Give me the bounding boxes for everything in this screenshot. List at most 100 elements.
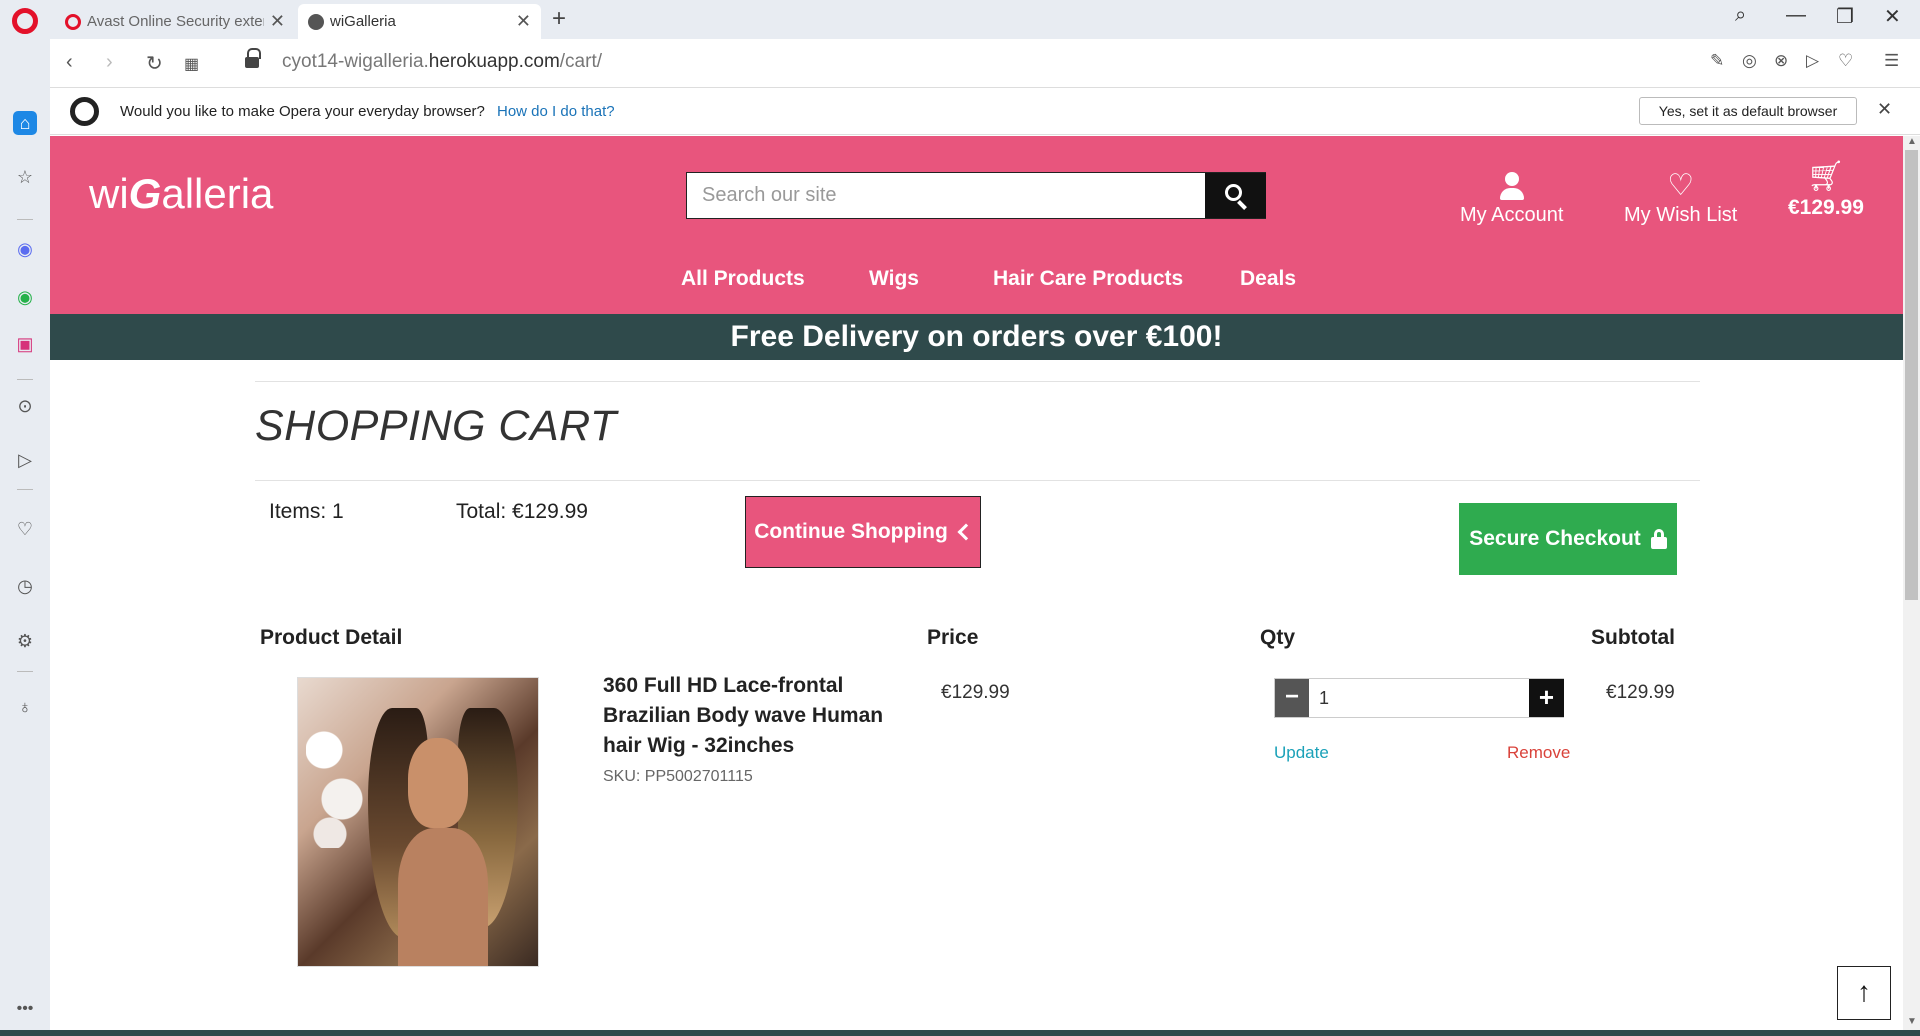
page-scrollbar[interactable]: ▲ ▼ [1903,136,1920,1030]
column-subtotal: Subtotal [1591,626,1675,649]
pinboard-heart-icon[interactable]: ♡ [13,517,37,541]
search-button[interactable] [1205,173,1266,218]
url-field[interactable]: cyot14-wigalleria.herokuapp.com/cart/ [282,51,602,73]
increase-qty-button[interactable]: + [1529,679,1564,717]
flow-send-icon[interactable]: ▷ [13,448,37,472]
settings-gear-icon[interactable]: ⚙ [13,629,37,653]
web-page: wiGalleria My Account ♡ My Wish List 🛒︎ … [50,136,1903,1030]
player-icon[interactable]: ⊙ [13,394,37,418]
url-host: cyot14-wigalleria. [282,51,429,72]
default-browser-infobar: Would you like to make Opera your everyd… [50,88,1920,135]
set-default-button[interactable]: Yes, set it as default browser [1639,97,1857,125]
forward-icon[interactable]: › [106,51,113,74]
close-tab-icon[interactable]: ✕ [516,11,531,32]
browser-tab-bar: Avast Online Security exten ✕ wiGalleria… [0,0,1920,39]
address-bar: ‹ › ↻ ▦ cyot14-wigalleria.herokuapp.com/… [50,39,1920,88]
remove-link[interactable]: Remove [1507,743,1570,763]
page-title: SHOPPING CART [255,402,617,450]
search-input[interactable] [687,173,1202,218]
back-icon[interactable]: ‹ [66,51,73,74]
infobar-help-link[interactable]: How do I do that? [497,103,615,120]
column-product-detail: Product Detail [260,626,403,649]
secure-checkout-button[interactable]: Secure Checkout [1459,503,1677,575]
edit-icon[interactable]: ✎ [1710,51,1724,71]
opera-menu-icon[interactable] [12,8,38,34]
cart-link[interactable]: 🛒︎ €129.99 [1788,162,1864,220]
search-tabs-icon[interactable]: ⌕ [1735,4,1746,27]
product-sku: SKU: PP5002701115 [603,768,753,785]
opera-logo-icon [70,97,99,126]
scroll-up-icon[interactable]: ▲ [1907,136,1917,147]
user-icon [1504,172,1519,186]
nav-deals[interactable]: Deals [1240,267,1296,291]
reload-icon[interactable]: ↻ [146,51,163,76]
avast-favicon-icon [65,13,81,30]
restore-icon[interactable]: ❐ [1836,4,1854,29]
new-tab-icon[interactable]: + [552,5,566,33]
more-dots-icon[interactable]: ••• [13,997,37,1021]
tab-avast[interactable]: Avast Online Security exten ✕ [55,4,295,39]
horizontal-scrollbar[interactable] [0,1030,1920,1036]
my-account-label: My Account [1460,204,1564,226]
lock-icon [1650,529,1667,549]
update-link[interactable]: Update [1274,743,1329,763]
close-infobar-icon[interactable]: ✕ [1877,99,1892,120]
chevron-left-icon [957,523,975,541]
logo-prefix: wi [89,170,129,217]
continue-shopping-button[interactable]: Continue Shopping [745,496,981,568]
minimize-icon[interactable]: — [1786,4,1806,27]
product-image-flowers [306,708,366,848]
camera-icon[interactable]: ◎ [1742,51,1757,71]
bookmarks-star-icon[interactable]: ☆ [13,165,37,189]
user-icon-body [1499,188,1524,200]
items-count: Items: 1 [269,500,344,523]
product-name: 360 Full HD Lace-frontal Brazilian Body … [603,674,884,757]
site-logo[interactable]: wiGalleria [89,170,273,218]
scroll-down-icon[interactable]: ▼ [1907,1016,1917,1027]
tab-title: wiGalleria [330,13,396,30]
history-clock-icon[interactable]: ◷ [13,574,37,598]
speed-dial-icon[interactable]: ▦ [184,54,199,74]
cart-total: €129.99 [1788,196,1864,219]
home-icon[interactable]: ⌂ [13,111,37,135]
logo-suffix: alleria [161,170,274,217]
divider [255,381,1700,382]
easy-setup-icon[interactable]: ☰ [1884,51,1899,71]
nav-wigs[interactable]: Wigs [869,267,919,291]
close-tab-icon[interactable]: ✕ [270,11,285,32]
tab-wigalleria[interactable]: wiGalleria ✕ [298,4,541,39]
back-to-top-button[interactable]: ↑ [1837,966,1891,1020]
close-window-icon[interactable]: ✕ [1884,4,1901,29]
tips-bulb-icon[interactable]: ♁ [13,695,37,719]
quantity-input[interactable] [1311,679,1521,717]
divider [255,480,1700,481]
product-price: €129.99 [941,682,1010,703]
product-image-shoulder [398,828,488,966]
product-image[interactable] [297,677,539,967]
messenger-icon[interactable]: ◉ [13,237,37,261]
send-icon[interactable]: ▷ [1806,51,1819,71]
column-price: Price [927,626,979,649]
whatsapp-icon[interactable]: ◉ [13,285,37,309]
cart-total-summary: Total: €129.99 [456,500,588,523]
my-account-link[interactable]: My Account [1460,172,1563,227]
shopping-cart-icon: 🛒︎ [1806,160,1845,193]
heart-icon: ♡ [1667,169,1695,202]
url-path: /cart/ [559,51,602,72]
decrease-qty-button[interactable]: − [1275,679,1309,717]
bookmark-heart-icon[interactable]: ♡ [1838,51,1853,71]
adblock-icon[interactable]: ⊗ [1774,51,1788,71]
nav-all-products[interactable]: All Products [681,267,805,291]
scroll-thumb[interactable] [1905,150,1918,600]
nav-hair-care-products[interactable]: Hair Care Products [993,267,1183,291]
instagram-icon[interactable]: ▣ [13,332,37,356]
site-header: wiGalleria My Account ♡ My Wish List 🛒︎ … [50,136,1903,314]
wish-list-link[interactable]: ♡ My Wish List [1624,169,1738,227]
continue-shopping-label: Continue Shopping [754,520,948,543]
tab-title: Avast Online Security exten [87,13,264,30]
wish-list-label: My Wish List [1624,204,1738,226]
column-qty: Qty [1260,626,1296,649]
logo-g: G [128,170,162,217]
url-domain: herokuapp.com [428,51,560,72]
lock-icon[interactable] [245,48,261,69]
